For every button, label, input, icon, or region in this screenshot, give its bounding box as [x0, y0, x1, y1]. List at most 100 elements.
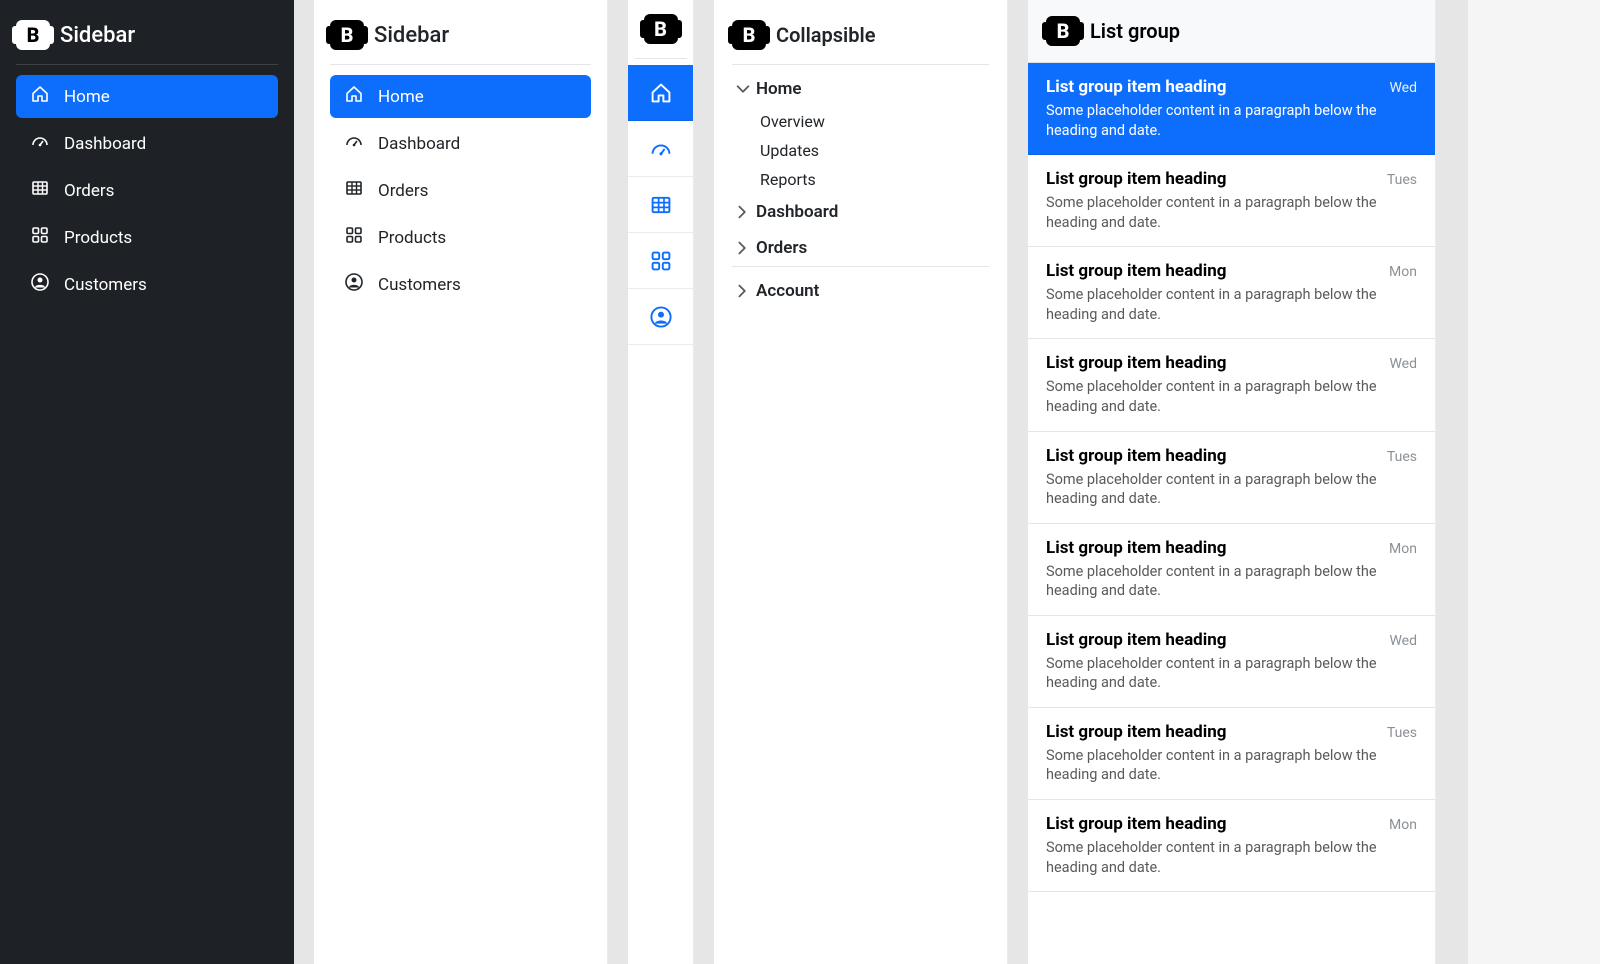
collapse-toggle-home[interactable]: Home — [732, 71, 989, 107]
table-icon — [30, 178, 50, 203]
brand[interactable]: B Sidebar — [16, 16, 278, 64]
nav: Home Dashboard Orders Products Customers — [330, 75, 591, 306]
list-item-body: Some placeholder content in a paragraph … — [1046, 654, 1417, 693]
list-item-heading: List group item heading — [1046, 814, 1227, 834]
submenu-item-reports[interactable]: Reports — [758, 165, 989, 194]
collapse-label: Orders — [756, 238, 807, 258]
list-item[interactable]: List group item headingTuesSome placehol… — [1028, 708, 1435, 800]
nav-icon-home[interactable] — [628, 65, 693, 121]
nav-label: Orders — [378, 181, 428, 201]
chevron-right-icon — [734, 239, 748, 257]
list-item-date: Wed — [1389, 356, 1417, 372]
gap — [1436, 0, 1468, 964]
list-item-heading: List group item heading — [1046, 722, 1227, 742]
collapse-toggle-dashboard[interactable]: Dashboard — [732, 194, 989, 230]
gap — [694, 0, 714, 964]
divider — [635, 58, 687, 59]
nav-label: Home — [378, 87, 424, 107]
gap — [1008, 0, 1028, 964]
collapse-label: Account — [756, 281, 819, 301]
nav-item-orders[interactable]: Orders — [330, 169, 591, 212]
list-item-heading: List group item heading — [1046, 77, 1227, 97]
speedometer-icon — [344, 131, 364, 156]
brand[interactable]: B — [644, 14, 678, 44]
submenu-item-overview[interactable]: Overview — [758, 107, 989, 136]
nav-label: Home — [64, 87, 110, 107]
collapse-toggle-account[interactable]: Account — [732, 273, 989, 309]
collapse-label: Dashboard — [756, 202, 838, 222]
list-item[interactable]: List group item headingTuesSome placehol… — [1028, 155, 1435, 247]
home-icon — [344, 84, 364, 109]
grid-icon — [344, 225, 364, 250]
nav-item-customers[interactable]: Customers — [16, 263, 278, 306]
nav — [628, 65, 693, 345]
list: List group item heading Wed Some placehold… — [1028, 63, 1435, 892]
sidebar-icons: B — [628, 0, 694, 964]
nav-label: Products — [378, 228, 446, 248]
nav-icon-table[interactable] — [628, 177, 693, 233]
bootstrap-logo-icon: B — [16, 20, 50, 50]
brand-title: Sidebar — [374, 23, 449, 48]
list-item-heading: List group item heading — [1046, 538, 1227, 558]
table-icon — [649, 193, 673, 217]
home-icon — [30, 84, 50, 109]
person-icon — [344, 272, 364, 297]
brand[interactable]: B Collapsible — [732, 16, 989, 64]
list-item[interactable]: List group item headingMonSome placehold… — [1028, 247, 1435, 339]
list-item[interactable]: List group item headingWedSome placehold… — [1028, 616, 1435, 708]
sidebar-dark: B Sidebar Home Dashboard Orders Products Cus… — [0, 0, 294, 964]
chevron-right-icon — [734, 203, 748, 221]
nav-label: Dashboard — [64, 134, 146, 154]
divider — [330, 64, 591, 65]
grid-icon — [30, 225, 50, 250]
nav: Home Dashboard Orders Products Customers — [16, 75, 278, 306]
list-item[interactable]: List group item heading Mon Some placehold… — [1028, 524, 1435, 616]
nav-item-products[interactable]: Products — [330, 216, 591, 259]
nav-item-home[interactable]: Home — [330, 75, 591, 118]
submenu-item-updates[interactable]: Updates — [758, 136, 989, 165]
sections-extra: Account — [732, 273, 989, 309]
chevron-down-icon — [734, 80, 748, 98]
list-item-heading: List group item heading — [1046, 446, 1227, 466]
list-item-body: Some placeholder content in a paragraph … — [1046, 193, 1417, 232]
brand-title: Sidebar — [60, 23, 135, 48]
nav-icon-grid[interactable] — [628, 233, 693, 289]
list-item-heading: List group item heading — [1046, 353, 1227, 373]
nav-item-home[interactable]: Home — [16, 75, 278, 118]
brand[interactable]: B Sidebar — [330, 16, 591, 64]
list-item-date: Mon — [1389, 264, 1417, 280]
nav-item-orders[interactable]: Orders — [16, 169, 278, 212]
nav-icon-person[interactable] — [628, 289, 693, 345]
list-item[interactable]: List group item headingWedSome placehold… — [1028, 339, 1435, 431]
list-item-heading: List group item heading — [1046, 630, 1227, 650]
list-item-body: Some placeholder content in a paragraph … — [1046, 746, 1417, 785]
nav-icon-speedometer[interactable] — [628, 121, 693, 177]
sidebar-light: B Sidebar Home Dashboard Orders Products Cus… — [314, 0, 608, 964]
person-icon — [30, 272, 50, 297]
nav-item-customers[interactable]: Customers — [330, 263, 591, 306]
brand[interactable]: B List group — [1028, 0, 1435, 63]
list-item-date: Tues — [1387, 172, 1417, 188]
list-item[interactable]: List group item headingMonSome placehold… — [1028, 800, 1435, 892]
list-item-date: Tues — [1387, 449, 1417, 465]
divider — [732, 64, 989, 65]
home-icon — [649, 81, 673, 105]
bootstrap-logo-icon: B — [644, 14, 678, 44]
list-item[interactable]: List group item heading Tues Some placehol… — [1028, 432, 1435, 524]
nav-item-dashboard[interactable]: Dashboard — [16, 122, 278, 165]
nav-label: Orders — [64, 181, 114, 201]
person-icon — [649, 305, 673, 329]
list-item[interactable]: List group item headingWedSome placehold… — [1028, 63, 1435, 155]
list-item-body: Some placeholder content in a paragraph … — [1046, 838, 1417, 877]
list-item-body: Some placeholder content in a paragraph … — [1046, 562, 1417, 601]
bootstrap-logo-icon: B — [330, 20, 364, 50]
nav-item-dashboard[interactable]: Dashboard — [330, 122, 591, 165]
list-item-date: Wed — [1389, 80, 1417, 96]
collapse-toggle-orders[interactable]: Orders — [732, 230, 989, 266]
list-item-date: Mon — [1389, 541, 1417, 557]
collapse-label: Home — [756, 79, 802, 99]
nav-label: Customers — [378, 275, 461, 295]
nav-item-products[interactable]: Products — [16, 216, 278, 259]
nav-label: Products — [64, 228, 132, 248]
list-item-body: Some placeholder content in a paragraph … — [1046, 470, 1417, 509]
